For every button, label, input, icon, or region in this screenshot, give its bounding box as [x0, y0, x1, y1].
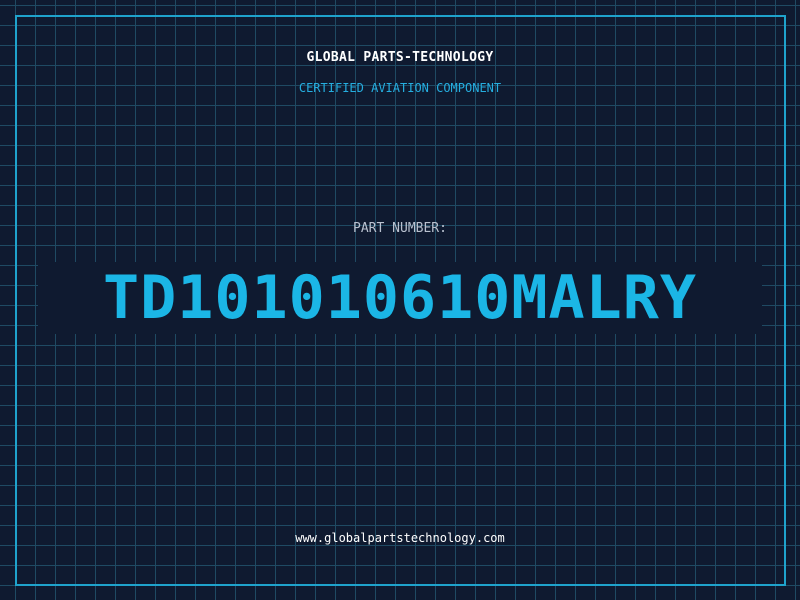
- website-url: www.globalpartstechnology.com: [295, 531, 505, 545]
- part-label-canvas: { "label": { "company": "GLOBAL PARTS-TE…: [0, 0, 800, 600]
- company-name: GLOBAL PARTS-TECHNOLOGY: [306, 50, 494, 65]
- part-number-label: PART NUMBER:: [353, 221, 447, 236]
- certification-text: CERTIFIED AVIATION COMPONENT: [298, 81, 502, 95]
- part-number-value: TD101010610MALRY: [103, 263, 697, 333]
- part-number-band: TD101010610MALRY: [38, 262, 762, 334]
